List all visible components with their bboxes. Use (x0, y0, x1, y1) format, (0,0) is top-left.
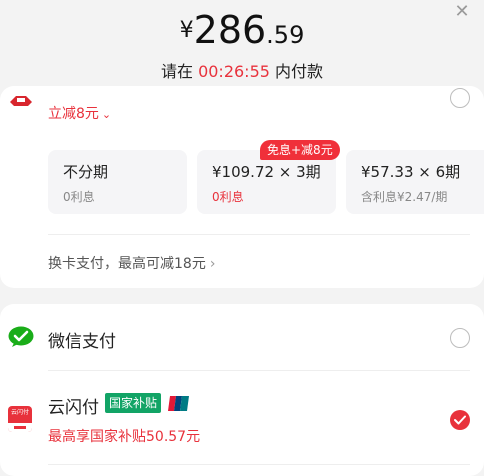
subsidy-description: 最高享国家补贴50.57元 (48, 429, 201, 445)
discount-dropdown[interactable]: 立减8元 ⌄ (48, 103, 111, 123)
wechat-icon (8, 326, 34, 347)
divider (48, 464, 470, 465)
promo-badge: 免息+减8元 (260, 140, 340, 160)
plan-sub: 0利息 (63, 190, 95, 204)
bank-card-radio[interactable] (450, 88, 470, 108)
union-pay-radio-checked[interactable] (450, 410, 470, 430)
plan-title: ¥109.72 × 3期 (212, 163, 321, 181)
plan-sub: 0利息 (212, 190, 244, 204)
divider (48, 370, 470, 371)
plan-6-installments[interactable]: ¥57.33 × 6期 含利息¥2.47/期 (346, 150, 484, 214)
bank-logo-icon (10, 96, 32, 106)
currency-symbol: ¥ (179, 18, 194, 43)
union-pay-icon-text: 云闪付 (10, 409, 29, 416)
chevron-down-icon: ⌄ (101, 108, 112, 121)
wechat-pay-label: 微信支付 (48, 332, 116, 352)
countdown-time: 00:26:55 (198, 62, 270, 81)
switch-card-label: 换卡支付，最高可减18元 (48, 256, 206, 272)
bank-card-section: 立减8元 ⌄ 不分期 0利息 ¥109.72 × 3期 0利息 ¥57.33 × … (0, 86, 484, 288)
wechat-pay-option[interactable]: 微信支付 (0, 316, 484, 360)
pay-amount: ¥286.59 (0, 8, 484, 52)
union-pay-app-icon: 云闪付 (8, 406, 32, 432)
chevron-right-icon: › (209, 256, 216, 272)
pay-countdown: 请在 00:26:55 内付款 (0, 58, 484, 82)
plan-title: 不分期 (63, 163, 109, 181)
payment-methods-section: 微信支付 云闪付 云闪付 国家补贴 最高享国家补贴50.57元 (0, 304, 484, 476)
countdown-prefix: 请在 (160, 62, 199, 81)
plan-title: ¥57.33 × 6期 (361, 163, 461, 181)
plan-no-installment[interactable]: 不分期 0利息 (48, 150, 187, 214)
union-pay-icon-bar (8, 423, 32, 432)
unionpay-logo-icon (168, 396, 189, 411)
countdown-suffix: 内付款 (269, 62, 324, 81)
check-icon (454, 415, 466, 425)
wechat-pay-radio[interactable] (450, 328, 470, 348)
amount-integer: 286 (193, 8, 267, 52)
amount-decimal: .59 (266, 21, 305, 49)
installment-plans: 不分期 0利息 ¥109.72 × 3期 0利息 ¥57.33 × 6期 含利息… (48, 140, 484, 214)
national-subsidy-tag: 国家补贴 (105, 393, 162, 413)
divider (48, 234, 470, 235)
union-pay-label: 云闪付 (48, 398, 99, 418)
discount-label: 立减8元 (48, 106, 99, 122)
plan-sub: 含利息¥2.47/期 (361, 190, 448, 204)
payment-header: ✕ ¥286.59 请在 00:26:55 内付款 (0, 0, 484, 100)
switch-card-link[interactable]: 换卡支付，最高可减18元 › (48, 253, 215, 273)
union-pay-option[interactable]: 云闪付 云闪付 国家补贴 最高享国家补贴50.57元 (0, 380, 484, 470)
